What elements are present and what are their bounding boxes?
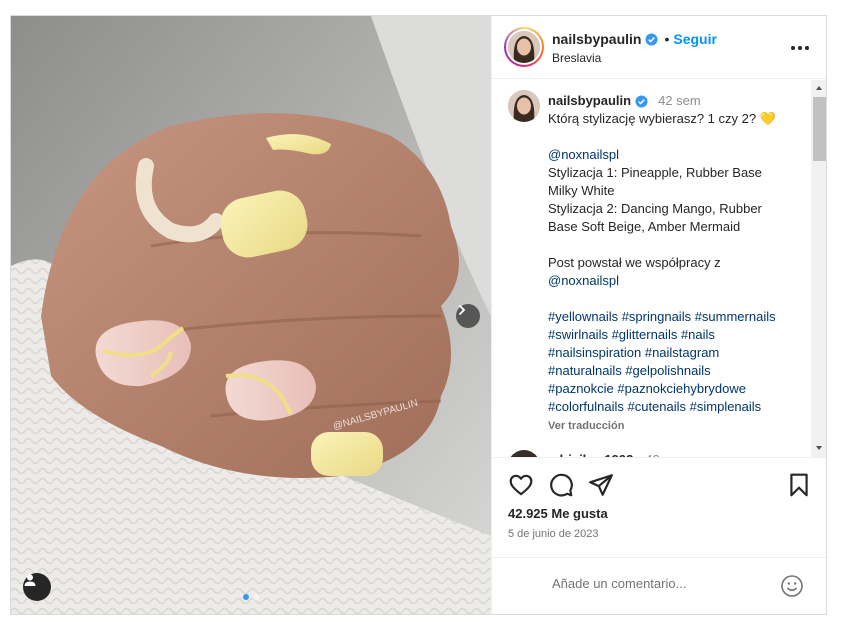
header-user-row: nailsbypaulin • Seguir bbox=[552, 31, 717, 47]
nails-photo: @NAILSBYPAULIN bbox=[11, 16, 491, 614]
post-media[interactable]: @NAILSBYPAULIN bbox=[11, 16, 491, 614]
header-username[interactable]: nailsbypaulin bbox=[552, 31, 641, 47]
more-dot bbox=[791, 46, 795, 50]
caption-link-line[interactable]: @noxnailspl bbox=[548, 146, 810, 164]
scroll-thumb[interactable] bbox=[813, 97, 826, 161]
chevron-right-icon bbox=[459, 305, 466, 315]
post-date[interactable]: 5 de junio de 2023 bbox=[508, 528, 599, 540]
add-comment-bar bbox=[492, 557, 826, 614]
caption-link-line[interactable]: @noxnailspl bbox=[548, 272, 810, 290]
comments-scrollbar[interactable] bbox=[811, 80, 826, 457]
caption-line: Stylizacja 1: Pineapple, Rubber Base bbox=[548, 165, 762, 180]
comment-input[interactable] bbox=[552, 576, 772, 591]
caption-text: Którą stylizację wybierasz? 1 czy 2? 💛 @n… bbox=[548, 110, 810, 416]
location-link[interactable]: Breslavia bbox=[552, 51, 601, 65]
carousel-dot-1 bbox=[243, 594, 249, 600]
story-ring-gap bbox=[506, 29, 542, 65]
likes-count[interactable]: 42.925 Me gusta bbox=[508, 506, 608, 521]
separator-dot: • bbox=[664, 31, 670, 47]
caption-username[interactable]: nailsbypaulin bbox=[548, 92, 631, 110]
caption: nailsbypaulin 42 sem Którą stylizację wy… bbox=[548, 92, 810, 435]
caption-line: Którą stylizację wybierasz? 1 czy 2? 💛 bbox=[548, 111, 776, 126]
caption-link-line[interactable]: #naturalnails #gelpolishnails bbox=[548, 362, 810, 380]
avatar-photo bbox=[508, 31, 540, 63]
share-icon[interactable] bbox=[588, 472, 614, 498]
user-icon bbox=[24, 574, 36, 586]
verified-badge-icon bbox=[645, 32, 659, 46]
caption-avatar[interactable] bbox=[508, 90, 540, 122]
caption-line: Base Soft Beige, Amber Mermaid bbox=[548, 219, 741, 234]
comment-avatar[interactable] bbox=[508, 450, 540, 457]
caption-time[interactable]: 42 sem bbox=[658, 92, 701, 110]
caption-link-line[interactable]: #colorfulnails #cutenails #simplenails bbox=[548, 398, 810, 416]
avatar-photo bbox=[508, 90, 540, 122]
tagged-users-button[interactable] bbox=[23, 573, 51, 601]
caption-meta: nailsbypaulin 42 sem bbox=[548, 92, 810, 110]
post-side-panel: nailsbypaulin • Seguir Breslavia nailsby… bbox=[491, 16, 826, 614]
caption-line: Milky White bbox=[548, 183, 615, 198]
scroll-down-arrow-icon[interactable] bbox=[816, 446, 822, 450]
caption-line: Post powstał we współpracy z bbox=[548, 255, 721, 270]
post-header: nailsbypaulin • Seguir Breslavia bbox=[492, 16, 826, 79]
caption-link-line[interactable]: #swirlnails #glitternails #nails bbox=[548, 326, 810, 344]
more-dot bbox=[798, 46, 802, 50]
story-ring[interactable] bbox=[504, 27, 544, 67]
caption-line: Stylizacja 2: Dancing Mango, Rubber bbox=[548, 201, 762, 216]
more-dot bbox=[805, 46, 809, 50]
carousel-indicator bbox=[243, 594, 259, 600]
emoji-icon[interactable] bbox=[780, 574, 804, 598]
comment-item: adrjcjka_1992 42 bbox=[508, 450, 660, 457]
verified-badge-icon bbox=[635, 94, 648, 108]
action-bar: 42.925 Me gusta 5 de junio de 2023 bbox=[492, 457, 826, 557]
carousel-dot-2 bbox=[253, 594, 259, 600]
comments-list[interactable]: nailsbypaulin 42 sem Którą stylizację wy… bbox=[492, 80, 826, 457]
post-dialog: @NAILSBYPAULIN nailsbypaulin • Seguir Br… bbox=[10, 15, 827, 615]
heart-icon[interactable] bbox=[508, 472, 534, 498]
follow-button[interactable]: Seguir bbox=[673, 31, 717, 47]
caption-link-line[interactable]: #nailsinspiration #nailstagram bbox=[548, 344, 810, 362]
more-options-button[interactable] bbox=[790, 38, 810, 58]
next-slide-button[interactable] bbox=[456, 304, 480, 328]
see-translation-link[interactable]: Ver traducción bbox=[548, 417, 810, 435]
caption-link-line[interactable]: #paznokcie #paznokciehybrydowe bbox=[548, 380, 810, 398]
avatar[interactable] bbox=[508, 31, 540, 63]
scroll-up-arrow-icon[interactable] bbox=[816, 86, 822, 90]
bookmark-icon[interactable] bbox=[786, 472, 812, 498]
caption-link-line[interactable]: #yellownails #springnails #summernails bbox=[548, 308, 810, 326]
comment-icon[interactable] bbox=[548, 472, 574, 498]
